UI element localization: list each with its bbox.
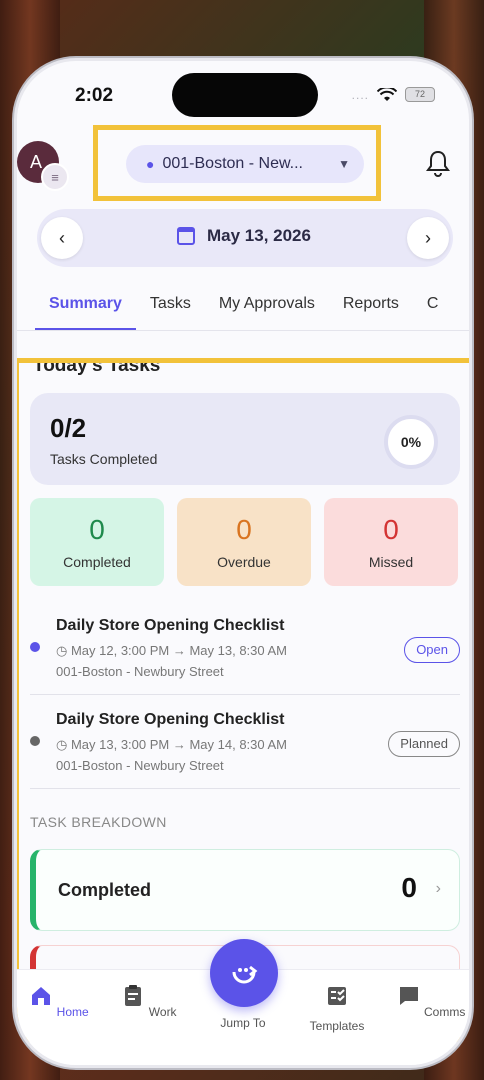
jump-to-button[interactable] (210, 939, 278, 1007)
nav-label: Templates (309, 1019, 365, 1033)
section-title: Today's Tasks (33, 358, 161, 376)
task-time: ◷ May 13, 3:00 PM → May 14, 8:30 AM (56, 737, 288, 752)
templates-icon (328, 987, 346, 1005)
task-item[interactable]: Daily Store Opening Checklist ◷ May 13, … (30, 695, 460, 789)
task-location: 001-Boston - Newbury Street (56, 758, 224, 773)
status-dot (30, 736, 40, 746)
breakdown-title: TASK BREAKDOWN (30, 814, 167, 830)
clipboard-icon (125, 985, 142, 1006)
stat-value: 0 (89, 514, 105, 545)
nav-label: Work (148, 1005, 177, 1019)
breakdown-count: 0 (401, 872, 417, 903)
nav-comms[interactable]: Comms (391, 984, 469, 1019)
nav-home[interactable]: Home (19, 984, 99, 1019)
tab-overflow[interactable]: C (413, 283, 453, 330)
task-item[interactable]: Daily Store Opening Checklist ◷ May 12, … (30, 601, 460, 695)
breakdown-label: Completed (58, 880, 152, 900)
stat-value: 0 (383, 514, 399, 545)
status-icons: .... 72 (352, 87, 435, 102)
stat-completed[interactable]: 0 Completed (30, 498, 164, 586)
tab-reports[interactable]: Reports (329, 283, 413, 330)
breakdown-completed-card[interactable]: Completed 0 › (30, 849, 460, 931)
stat-label: Missed (368, 554, 414, 570)
stat-overdue[interactable]: 0 Overdue (177, 498, 311, 586)
menu-icon[interactable]: ≡ (41, 163, 69, 191)
tab-my-approvals[interactable]: My Approvals (205, 283, 329, 330)
tab-summary[interactable]: Summary (35, 283, 136, 330)
date-display[interactable]: May 13, 2026 (177, 226, 311, 246)
summary-content: Today's Tasks 0/2 Tasks Completed 0% 0 C… (27, 358, 463, 1027)
location-pin-icon: ● (146, 156, 155, 172)
battery-icon: 72 (405, 87, 435, 102)
stat-missed[interactable]: 0 Missed (324, 498, 458, 586)
date-navigator: ‹ May 13, 2026 › (37, 209, 453, 267)
nav-label: Home (56, 1005, 89, 1019)
nav-label: Jump To (220, 1016, 266, 1030)
nav-jump-to[interactable]: Jump To (203, 1016, 283, 1030)
task-title: Daily Store Opening Checklist (56, 617, 285, 634)
chevron-down-icon: ▼ (338, 157, 350, 171)
signal-icon: .... (351, 87, 369, 102)
status-badge: Planned (388, 731, 460, 757)
dynamic-island (172, 73, 318, 117)
completion-percent: 0% (384, 415, 438, 469)
stat-label: Overdue (217, 554, 271, 570)
status-time: 2:02 (75, 85, 114, 106)
chat-icon (399, 987, 418, 1005)
status-dot (30, 642, 40, 652)
location-label: 001-Boston - New... (162, 155, 303, 172)
tasks-completed-label: Tasks Completed (50, 451, 158, 467)
wifi-icon (377, 87, 397, 101)
task-location: 001-Boston - Newbury Street (56, 664, 224, 679)
task-title: Daily Store Opening Checklist (56, 711, 285, 728)
chevron-right-icon: › (435, 880, 441, 897)
phone-frame: 2:02 .... 72 A ≡ ● 001-Boston - New... ▼… (14, 58, 472, 1068)
tasks-completed-value: 0/2 (50, 413, 87, 443)
date-label: May 13, 2026 (207, 226, 311, 245)
nav-label: Comms (424, 1005, 466, 1019)
nav-templates[interactable]: Templates (297, 984, 377, 1033)
status-bar: 2:02 .... 72 (17, 61, 469, 133)
summary-card: 0/2 Tasks Completed 0% (30, 393, 460, 485)
calendar-icon (177, 227, 195, 245)
nav-work[interactable]: Work (109, 984, 189, 1019)
jump-icon (232, 965, 258, 984)
home-icon (32, 987, 51, 1005)
location-selector[interactable]: ● 001-Boston - New... ▼ (126, 145, 364, 183)
stat-value: 0 (236, 514, 252, 545)
bell-icon[interactable] (425, 149, 451, 177)
status-badge: Open (404, 637, 460, 663)
next-day-button[interactable]: › (407, 217, 449, 259)
stat-label: Completed (63, 554, 131, 570)
task-time: ◷ May 12, 3:00 PM → May 13, 8:30 AM (56, 643, 288, 658)
previous-day-button[interactable]: ‹ (41, 217, 83, 259)
tab-bar: Summary Tasks My Approvals Reports C (17, 283, 469, 331)
tab-tasks[interactable]: Tasks (136, 283, 205, 330)
